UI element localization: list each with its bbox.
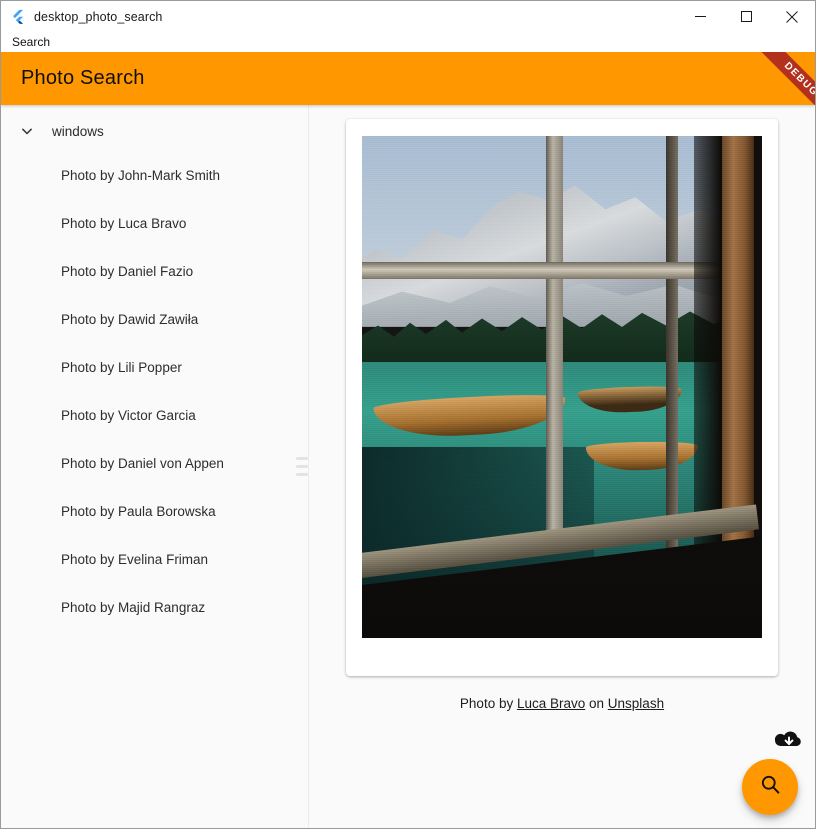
list-item-label: Photo by Luca Bravo (61, 215, 187, 231)
attribution-prefix: Photo by (459, 696, 517, 711)
maximize-icon[interactable] (723, 1, 769, 32)
list-item-label: Photo by John-Mark Smith (61, 167, 221, 183)
list-item[interactable]: Photo by Victor Garcia (1, 391, 295, 439)
list-item-label: Photo by Majid Rangraz (61, 599, 206, 615)
attribution-author-link[interactable]: Luca Bravo (517, 696, 585, 711)
list-item[interactable]: Photo by Dawid Zawiła (1, 295, 295, 343)
title-bar: desktop_photo_search (1, 1, 815, 32)
drag-handle-icon[interactable] (296, 457, 308, 476)
search-icon (759, 773, 782, 801)
list-item[interactable]: Photo by Daniel von Appen (1, 439, 295, 487)
photo-detail-pane: Photo by Luca Bravo on Unsplash (309, 105, 815, 828)
window-title: desktop_photo_search (34, 9, 163, 24)
search-fab-button[interactable] (742, 759, 798, 815)
list-item-label: Photo by Lili Popper (61, 359, 182, 375)
photo-attribution: Photo by Luca Bravo on Unsplash (460, 696, 664, 711)
close-icon[interactable] (769, 1, 815, 32)
list-item[interactable]: Photo by Daniel Fazio (1, 247, 295, 295)
app-body: windows Photo by John-Mark Smith Photo by… (1, 105, 815, 828)
app-window: desktop_photo_search Search Photo Search… (0, 0, 816, 829)
photo-film-grain (362, 136, 762, 638)
list-item-label: Photo by Victor Garcia (61, 407, 196, 423)
attribution-middle: on (585, 696, 608, 711)
window-controls (677, 1, 815, 32)
list-item[interactable]: Photo by Lili Popper (1, 343, 295, 391)
expansion-tile-windows[interactable]: windows (1, 111, 295, 151)
list-item[interactable]: Photo by John-Mark Smith (1, 151, 295, 199)
list-item[interactable]: Photo by Paula Borowska (1, 487, 295, 535)
chevron-down-icon (17, 121, 37, 141)
debug-banner: DEBUG (705, 52, 815, 105)
title-bar-left: desktop_photo_search (1, 9, 162, 25)
list-item[interactable]: Photo by Evelina Friman (1, 535, 295, 583)
cloud-download-icon[interactable] (774, 728, 804, 752)
page-title: Photo Search (21, 67, 145, 89)
list-item-label: Photo by Daniel Fazio (61, 263, 194, 279)
app-bar: Photo Search DEBUG (1, 52, 815, 105)
list-item[interactable]: Photo by Majid Rangraz (1, 583, 295, 631)
expansion-tile-label: windows (52, 123, 104, 139)
list-item-label: Photo by Dawid Zawiła (61, 311, 199, 327)
list-item-label: Photo by Evelina Friman (61, 551, 209, 567)
flutter-logo-icon (10, 9, 26, 25)
photo-card[interactable] (346, 119, 778, 676)
photo-image (362, 136, 762, 638)
photo-result-list: Photo by John-Mark Smith Photo by Luca Br… (1, 151, 295, 631)
list-item[interactable]: Photo by Luca Bravo (1, 199, 295, 247)
menu-item-search[interactable]: Search (8, 34, 54, 50)
list-item-label: Photo by Daniel von Appen (61, 455, 224, 471)
menu-bar: Search (1, 32, 815, 52)
list-item-label: Photo by Paula Borowska (61, 503, 216, 519)
attribution-source-link[interactable]: Unsplash (608, 696, 664, 711)
minimize-icon[interactable] (677, 1, 723, 32)
sidebar-splitter[interactable] (295, 105, 309, 828)
debug-banner-label: DEBUG (738, 52, 815, 105)
results-sidebar: windows Photo by John-Mark Smith Photo by… (1, 105, 295, 828)
